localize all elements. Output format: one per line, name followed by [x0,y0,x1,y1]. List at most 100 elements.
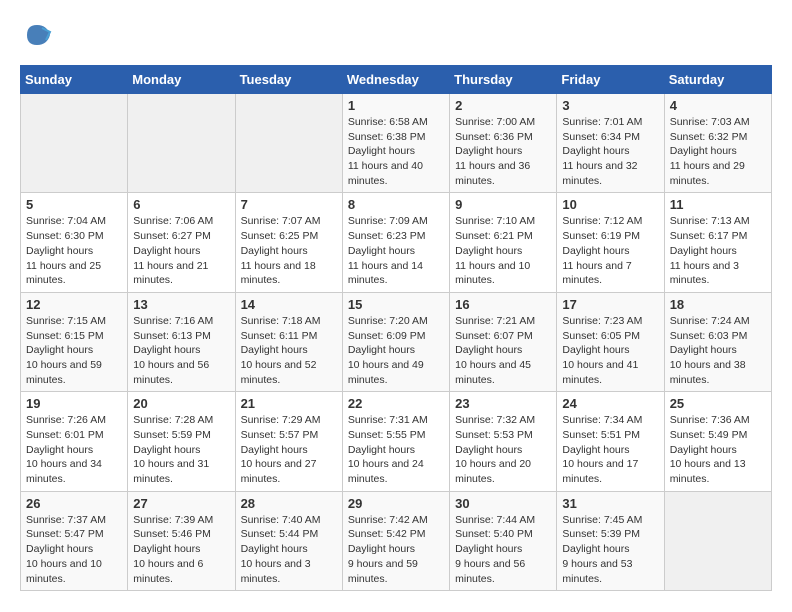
day-number: 9 [455,197,551,212]
calendar-cell: 11 Sunrise: 7:13 AMSunset: 6:17 PMDayligh… [664,193,771,292]
day-number: 27 [133,496,229,511]
day-info: Sunrise: 7:09 AMSunset: 6:23 PMDaylight … [348,214,444,287]
day-number: 16 [455,297,551,312]
day-number: 22 [348,396,444,411]
weekday-header: Thursday [450,66,557,94]
calendar-cell: 4Sunrise: 7:03 AMSunset: 6:32 PMDaylight… [664,94,771,193]
day-number: 21 [241,396,337,411]
day-number: 6 [133,197,229,212]
day-info: Sunrise: 7:42 AMSunset: 5:42 PMDaylight … [348,513,444,586]
calendar-cell [664,491,771,590]
day-number: 17 [562,297,658,312]
calendar-cell: 26Sunrise: 7:37 AMSunset: 5:47 PMDayligh… [21,491,128,590]
header [20,20,772,55]
day-info: Sunrise: 7:36 AMSunset: 5:49 PMDaylight … [670,413,766,486]
calendar-cell: 13 Sunrise: 7:16 AMSunset: 6:13 PMDayligh… [128,292,235,391]
calendar-week-row: 19 Sunrise: 7:26 AMSunset: 6:01 PMDayligh… [21,392,772,491]
calendar-cell: 7Sunrise: 7:07 AMSunset: 6:25 PMDaylight… [235,193,342,292]
calendar-cell: 10 Sunrise: 7:12 AMSunset: 6:19 PMDayligh… [557,193,664,292]
weekday-header: Sunday [21,66,128,94]
weekday-header: Monday [128,66,235,94]
day-number: 5 [26,197,122,212]
day-number: 30 [455,496,551,511]
calendar-cell: 30Sunrise: 7:44 AMSunset: 5:40 PMDayligh… [450,491,557,590]
day-info: Sunrise: 7:21 AMSunset: 6:07 PMDaylight … [455,314,551,387]
day-info: Sunrise: 7:24 AMSunset: 6:03 PMDaylight … [670,314,766,387]
weekday-header: Saturday [664,66,771,94]
calendar-cell: 19 Sunrise: 7:26 AMSunset: 6:01 PMDayligh… [21,392,128,491]
day-info: Sunrise: 7:18 AMSunset: 6:11 PMDaylight … [241,314,337,387]
calendar-cell: 3 Sunrise: 7:01 AMSunset: 6:34 PMDaylight… [557,94,664,193]
day-info: Sunrise: 7:01 AMSunset: 6:34 PMDaylight … [562,115,658,188]
day-number: 7 [241,197,337,212]
calendar-cell: 16 Sunrise: 7:21 AMSunset: 6:07 PMDayligh… [450,292,557,391]
day-number: 23 [455,396,551,411]
calendar-cell: 5 Sunrise: 7:04 AMSunset: 6:30 PMDaylight… [21,193,128,292]
day-info: Sunrise: 7:34 AMSunset: 5:51 PMDaylight … [562,413,658,486]
day-number: 13 [133,297,229,312]
calendar-cell: 31Sunrise: 7:45 AMSunset: 5:39 PMDayligh… [557,491,664,590]
day-info: Sunrise: 7:15 AMSunset: 6:15 PMDaylight … [26,314,122,387]
day-number: 2 [455,98,551,113]
day-number: 28 [241,496,337,511]
day-info: Sunrise: 7:06 AMSunset: 6:27 PMDaylight … [133,214,229,287]
calendar-header-row: SundayMondayTuesdayWednesdayThursdayFrid… [21,66,772,94]
weekday-header: Friday [557,66,664,94]
weekday-header: Tuesday [235,66,342,94]
calendar-cell: 2 Sunrise: 7:00 AMSunset: 6:36 PMDaylight… [450,94,557,193]
day-number: 26 [26,496,122,511]
day-info: Sunrise: 7:20 AMSunset: 6:09 PMDaylight … [348,314,444,387]
day-info: Sunrise: 7:13 AMSunset: 6:17 PMDaylight … [670,214,766,287]
calendar-cell: 28 Sunrise: 7:40 AMSunset: 5:44 PMDayligh… [235,491,342,590]
day-number: 18 [670,297,766,312]
day-info: Sunrise: 7:32 AMSunset: 5:53 PMDaylight … [455,413,551,486]
calendar-cell: 6 Sunrise: 7:06 AMSunset: 6:27 PMDaylight… [128,193,235,292]
day-number: 11 [670,197,766,212]
day-number: 8 [348,197,444,212]
day-number: 20 [133,396,229,411]
calendar-cell [235,94,342,193]
day-info: Sunrise: 7:39 AMSunset: 5:46 PMDaylight … [133,513,229,586]
calendar-cell: 20 Sunrise: 7:28 AMSunset: 5:59 PMDayligh… [128,392,235,491]
day-number: 25 [670,396,766,411]
calendar-cell: 1 Sunrise: 6:58 AMSunset: 6:38 PMDaylight… [342,94,449,193]
day-info: Sunrise: 7:04 AMSunset: 6:30 PMDaylight … [26,214,122,287]
day-info: Sunrise: 7:10 AMSunset: 6:21 PMDaylight … [455,214,551,287]
day-info: Sunrise: 7:40 AMSunset: 5:44 PMDaylight … [241,513,337,586]
calendar-cell: 14 Sunrise: 7:18 AMSunset: 6:11 PMDayligh… [235,292,342,391]
day-number: 3 [562,98,658,113]
calendar-cell: 24Sunrise: 7:34 AMSunset: 5:51 PMDayligh… [557,392,664,491]
day-info: Sunrise: 7:26 AMSunset: 6:01 PMDaylight … [26,413,122,486]
day-info: Sunrise: 6:58 AMSunset: 6:38 PMDaylight … [348,115,444,188]
day-number: 10 [562,197,658,212]
calendar-cell: 17 Sunrise: 7:23 AMSunset: 6:05 PMDayligh… [557,292,664,391]
calendar-cell: 18 Sunrise: 7:24 AMSunset: 6:03 PMDayligh… [664,292,771,391]
logo-icon [22,20,52,50]
calendar-cell: 12Sunrise: 7:15 AMSunset: 6:15 PMDayligh… [21,292,128,391]
calendar: SundayMondayTuesdayWednesdayThursdayFrid… [20,65,772,591]
day-info: Sunrise: 7:29 AMSunset: 5:57 PMDaylight … [241,413,337,486]
day-info: Sunrise: 7:16 AMSunset: 6:13 PMDaylight … [133,314,229,387]
day-number: 1 [348,98,444,113]
day-info: Sunrise: 7:00 AMSunset: 6:36 PMDaylight … [455,115,551,188]
day-number: 19 [26,396,122,411]
day-info: Sunrise: 7:03 AMSunset: 6:32 PMDaylight … [670,115,766,188]
day-info: Sunrise: 7:23 AMSunset: 6:05 PMDaylight … [562,314,658,387]
calendar-week-row: 5 Sunrise: 7:04 AMSunset: 6:30 PMDaylight… [21,193,772,292]
calendar-cell: 29Sunrise: 7:42 AMSunset: 5:42 PMDayligh… [342,491,449,590]
day-number: 14 [241,297,337,312]
calendar-cell [128,94,235,193]
day-number: 31 [562,496,658,511]
calendar-cell: 15 Sunrise: 7:20 AMSunset: 6:09 PMDayligh… [342,292,449,391]
calendar-week-row: 12Sunrise: 7:15 AMSunset: 6:15 PMDayligh… [21,292,772,391]
day-info: Sunrise: 7:28 AMSunset: 5:59 PMDaylight … [133,413,229,486]
day-number: 15 [348,297,444,312]
calendar-week-row: 26Sunrise: 7:37 AMSunset: 5:47 PMDayligh… [21,491,772,590]
day-info: Sunrise: 7:12 AMSunset: 6:19 PMDaylight … [562,214,658,287]
calendar-week-row: 1 Sunrise: 6:58 AMSunset: 6:38 PMDaylight… [21,94,772,193]
calendar-cell: 21 Sunrise: 7:29 AMSunset: 5:57 PMDayligh… [235,392,342,491]
calendar-cell: 23 Sunrise: 7:32 AMSunset: 5:53 PMDayligh… [450,392,557,491]
calendar-cell: 9 Sunrise: 7:10 AMSunset: 6:21 PMDaylight… [450,193,557,292]
weekday-header: Wednesday [342,66,449,94]
calendar-cell: 27 Sunrise: 7:39 AMSunset: 5:46 PMDayligh… [128,491,235,590]
